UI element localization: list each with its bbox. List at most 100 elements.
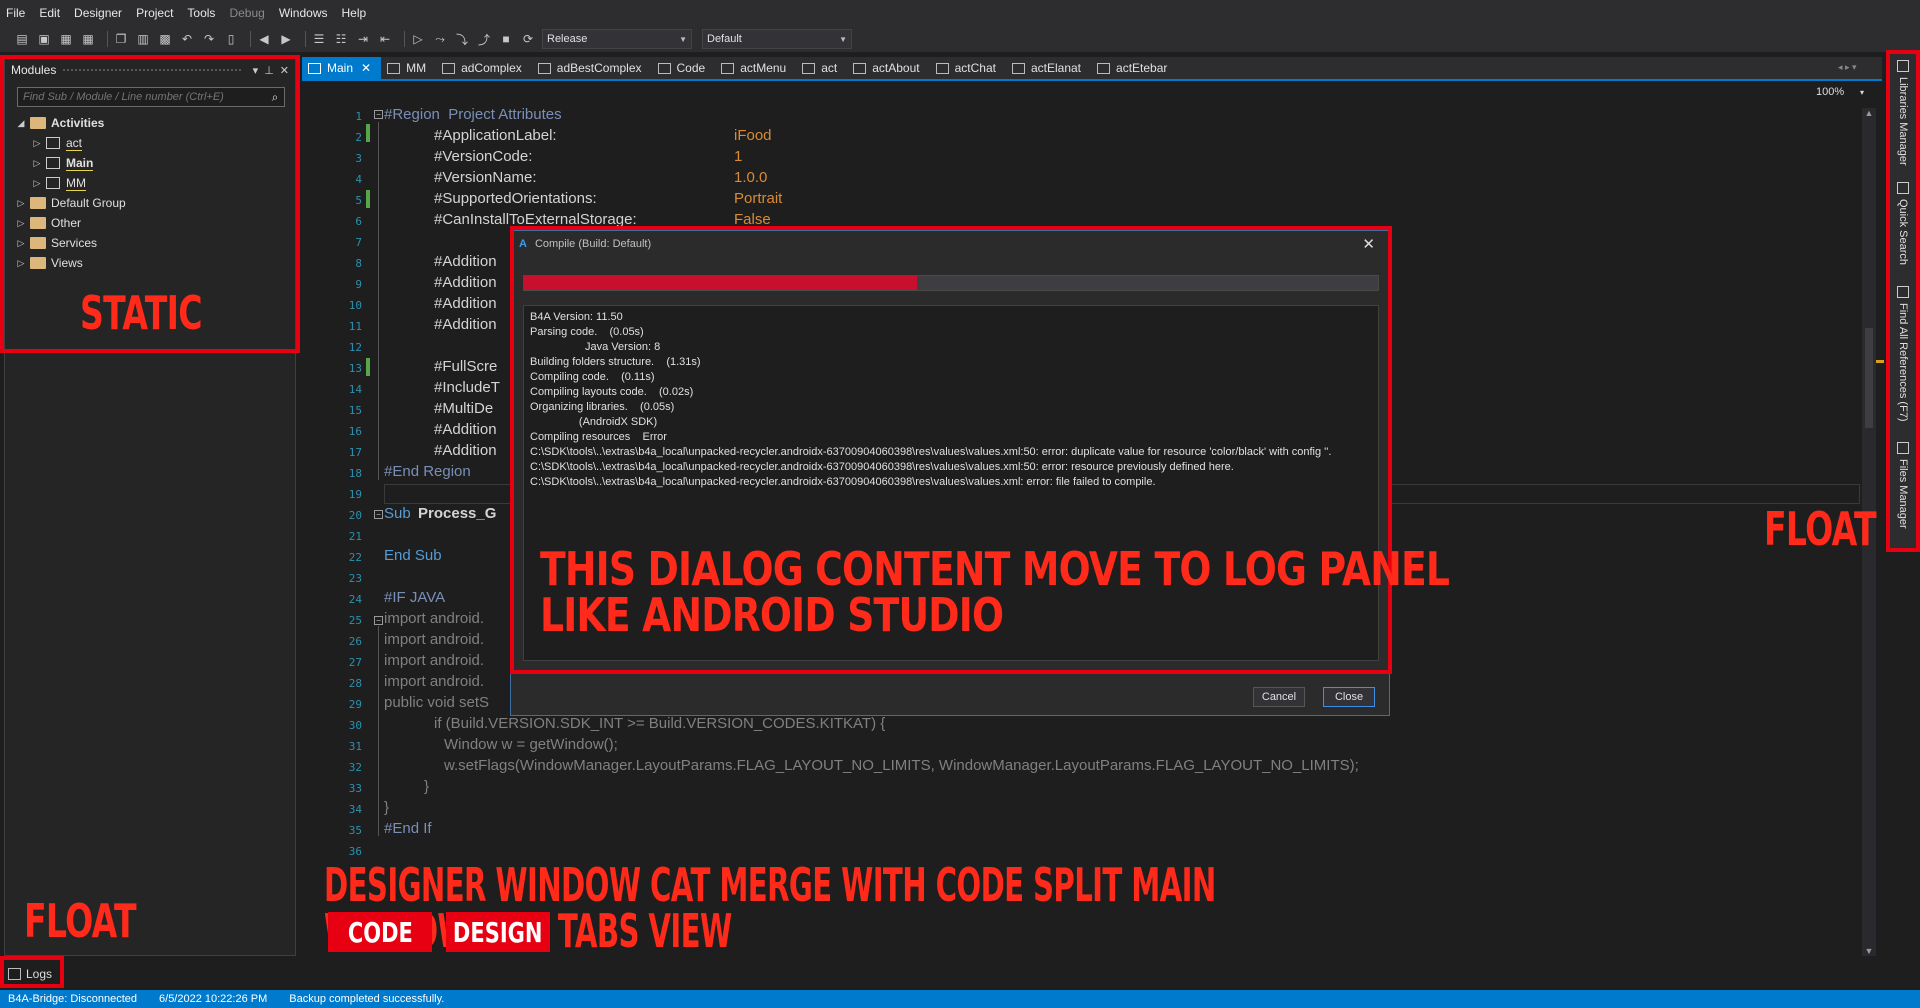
status-datetime: 6/5/2022 10:22:26 PM: [159, 993, 268, 1005]
annotation-float-right: FLOAT: [1764, 502, 1877, 556]
tab-underline: [302, 79, 1882, 81]
forward-icon[interactable]: ▶: [278, 31, 294, 47]
tab-actelanat[interactable]: actElanat: [1006, 57, 1091, 79]
fold-toggle-icon[interactable]: −: [374, 110, 383, 119]
module-icon: [853, 62, 867, 74]
fold-toggle-icon[interactable]: −: [374, 616, 383, 625]
stop-icon[interactable]: ■: [498, 31, 514, 47]
tab-actmenu[interactable]: actMenu: [715, 57, 796, 79]
code-sub-keyword: Sub: [384, 505, 411, 522]
fold-guide: [378, 626, 379, 836]
line-number: 22: [348, 551, 362, 564]
logs-tab[interactable]: Logs: [2, 960, 64, 988]
restart-icon[interactable]: ⟳: [520, 31, 536, 47]
line-number: 11: [348, 320, 362, 333]
code-view-button[interactable]: CODE: [328, 912, 432, 952]
code-import: import android.: [384, 610, 485, 627]
menu-designer[interactable]: Designer: [74, 6, 122, 20]
tab-actetebar[interactable]: actEtebar: [1091, 57, 1177, 79]
code-partial: #IncludeT: [434, 379, 500, 396]
line-number: 20: [348, 509, 362, 522]
chevron-down-icon: ▾: [1859, 87, 1864, 97]
line-number: 15: [348, 404, 362, 417]
module-icon: [802, 62, 816, 74]
line-number: 30: [348, 719, 362, 732]
close-icon[interactable]: ✕: [361, 61, 371, 75]
copy-icon[interactable]: ❐: [113, 31, 129, 47]
code-attr-key: #ApplicationLabel:: [434, 127, 557, 144]
tab-mm[interactable]: MM: [381, 57, 436, 79]
line-number: 23: [348, 572, 362, 585]
comment-icon[interactable]: ☰: [311, 31, 327, 47]
new-file-icon[interactable]: ▤: [14, 31, 30, 47]
step-out-icon[interactable]: ⤴: [476, 31, 492, 47]
tab-adbestcomplex[interactable]: adBestComplex: [532, 57, 652, 79]
code-partial: #Addition: [434, 442, 497, 459]
lock-icon[interactable]: ▩: [157, 31, 173, 47]
scroll-up-icon[interactable]: ▲: [1862, 108, 1876, 118]
tab-scroll-icon[interactable]: ◂ ▸ ▾: [1838, 62, 1857, 73]
zoom-select[interactable]: 100% ▾: [1816, 84, 1864, 100]
tab-actabout[interactable]: actAbout: [847, 57, 929, 79]
menu-debug[interactable]: Debug: [229, 6, 264, 20]
paste-icon[interactable]: ▥: [135, 31, 151, 47]
scroll-down-icon[interactable]: ▼: [1862, 946, 1876, 956]
fold-toggle-icon[interactable]: −: [374, 510, 383, 519]
code-attr-key: #VersionName:: [434, 169, 537, 186]
line-number: 10: [348, 299, 362, 312]
open-folder-icon[interactable]: ▣: [36, 31, 52, 47]
indent-icon[interactable]: ⇥: [355, 31, 371, 47]
line-number: 29: [348, 698, 362, 711]
line-number: 7: [355, 236, 362, 249]
run-icon[interactable]: ▷: [410, 31, 426, 47]
line-number: 24: [348, 593, 362, 606]
tab-code[interactable]: Code: [652, 57, 716, 79]
design-view-button[interactable]: DESIGN: [446, 912, 550, 952]
code-partial: #Addition: [434, 274, 497, 291]
build-target-select[interactable]: Default ▼: [702, 29, 852, 49]
menu-edit[interactable]: Edit: [39, 6, 60, 20]
tab-act[interactable]: act: [796, 57, 847, 79]
scroll-thumb[interactable]: [1865, 328, 1873, 428]
menu-windows[interactable]: Windows: [279, 6, 328, 20]
cancel-button[interactable]: Cancel: [1253, 687, 1305, 707]
annotation-box-side-strip: [1886, 50, 1920, 552]
redo-icon[interactable]: ↷: [201, 31, 217, 47]
module-icon: [1011, 62, 1025, 74]
menu-help[interactable]: Help: [342, 6, 367, 20]
back-icon[interactable]: ◀: [256, 31, 272, 47]
menu-tools[interactable]: Tools: [187, 6, 215, 20]
code-java-line: if (Build.VERSION.SDK_INT >= Build.VERSI…: [434, 715, 886, 732]
uncomment-icon[interactable]: ☷: [333, 31, 349, 47]
save-all-icon[interactable]: ▦: [80, 31, 96, 47]
toolbar: ▤ ▣ ▦ ▦ ❐ ▥ ▩ ↶ ↷ ▯ ◀ ▶ ☰ ☷ ⇥ ⇤ ▷ ⤳ ⤵ ⤴ …: [0, 26, 1920, 52]
tab-adcomplex[interactable]: adComplex: [436, 57, 532, 79]
code-import: import android.: [384, 631, 485, 648]
line-number: 25: [348, 614, 362, 627]
bookmark-icon[interactable]: ▯: [223, 31, 239, 47]
code-public-void: public void setS: [384, 694, 490, 711]
line-number: 1: [355, 110, 362, 123]
line-number: 8: [355, 257, 362, 270]
code-java-line: }: [384, 799, 390, 816]
save-icon[interactable]: ▦: [58, 31, 74, 47]
menu-project[interactable]: Project: [136, 6, 173, 20]
build-config-select[interactable]: Release ▼: [542, 29, 692, 49]
line-number: 5: [355, 194, 362, 207]
code-java-line: }: [424, 778, 430, 795]
step-into-icon[interactable]: ⤵: [454, 31, 470, 47]
toolbar-separator: [107, 31, 108, 47]
menu-file[interactable]: File: [6, 6, 25, 20]
menu-bar: File Edit Designer Project Tools Debug W…: [0, 0, 1920, 26]
close-button[interactable]: Close: [1323, 687, 1375, 707]
bridge-status: B4A-Bridge: Disconnected: [8, 993, 138, 1005]
outdent-icon[interactable]: ⇤: [377, 31, 393, 47]
undo-icon[interactable]: ↶: [179, 31, 195, 47]
tab-main[interactable]: Main ✕: [302, 57, 382, 79]
step-icon[interactable]: ⤳: [432, 31, 448, 47]
line-number: 2: [355, 131, 362, 144]
code-partial: #MultiDe: [434, 400, 494, 417]
module-icon: [537, 62, 551, 74]
code-import: import android.: [384, 652, 485, 669]
tab-actchat[interactable]: actChat: [930, 57, 1006, 79]
